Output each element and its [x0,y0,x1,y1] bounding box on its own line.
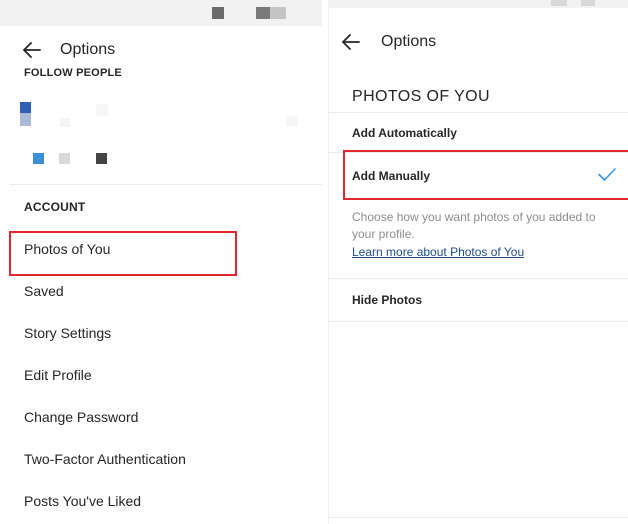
redacted-pixel [20,102,31,113]
checkmark-icon [598,168,616,185]
redacted-pixel [96,153,107,164]
back-arrow-icon[interactable] [18,38,46,62]
learn-more-link[interactable]: Learn more about Photos of You [352,245,524,259]
redacted-pixel [33,153,44,164]
section-label-account: ACCOUNT [24,200,86,214]
page-title: Options [60,41,116,58]
option-hide-photos[interactable]: Hide Photos [329,280,628,320]
divider [329,278,628,279]
divider [329,321,628,322]
option-label: Add Manually [352,169,431,183]
option-add-automatically[interactable]: Add Automatically [329,114,628,152]
menu-item-photos-of-you[interactable]: Photos of You [0,228,322,270]
back-arrow-icon[interactable] [337,30,365,54]
redacted-pixel [60,118,70,127]
photos-of-you-screen: Options PHOTOS OF YOU Add Automatically … [328,0,628,524]
menu-item-two-factor-authentication[interactable]: Two-Factor Authentication [0,438,322,480]
status-icon [270,7,286,19]
menu-item-posts-youve-liked[interactable]: Posts You've Liked [0,480,322,522]
status-icon [256,7,270,19]
redacted-pixel [286,116,298,126]
status-bar [0,0,322,26]
divider [329,517,628,518]
status-icon [581,0,595,6]
menu-item-edit-profile[interactable]: Edit Profile [0,354,322,396]
app-bar: Options [329,26,628,58]
status-icon [551,0,567,6]
menu-item-change-password[interactable]: Change Password [0,396,322,438]
status-icon [212,7,224,19]
divider [329,112,628,113]
redacted-pixel [96,104,108,116]
app-bar: Options [0,34,322,66]
section-label-follow-people: FOLLOW PEOPLE [24,67,122,77]
menu-item-saved[interactable]: Saved [0,270,322,312]
menu-item-story-settings[interactable]: Story Settings [0,312,322,354]
options-screen-left: Options FOLLOW PEOPLE ACCOUNT Photos of … [0,0,322,524]
divider [10,184,322,185]
redacted-pixel [20,113,31,126]
redacted-pixel [59,153,70,164]
page-title: Options [381,33,437,50]
section-title-photos-of-you: PHOTOS OF YOU [352,88,490,105]
option-add-manually[interactable]: Add Manually [329,153,628,199]
option-description: Choose how you want photos of you added … [352,210,596,241]
status-bar [329,0,628,8]
